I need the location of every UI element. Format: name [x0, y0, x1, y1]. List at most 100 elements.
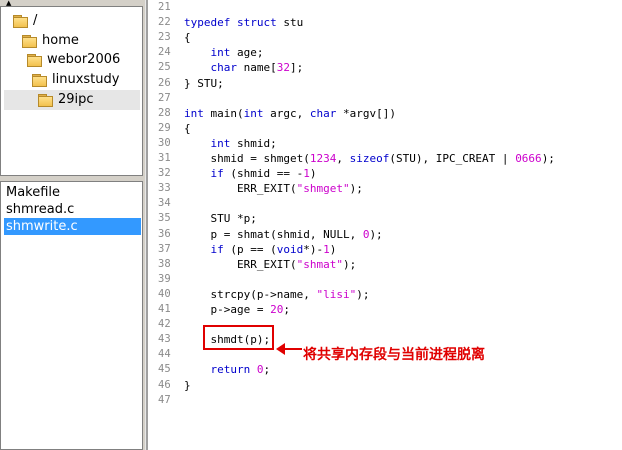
tree-item-29ipc[interactable]: 29ipc — [4, 90, 140, 110]
tree-item-webor2006[interactable]: webor2006 — [27, 50, 138, 70]
line-number: 30 — [158, 136, 171, 149]
code-number: 1 — [303, 167, 310, 181]
code-text: } STU; — [184, 76, 224, 90]
tree-item-label: / — [33, 13, 38, 28]
code-text: ); — [541, 152, 555, 165]
code-text: ); — [342, 257, 357, 271]
code-line: ERR_EXIT("shmat"); — [184, 258, 356, 271]
line-number: 33 — [158, 182, 171, 195]
code-line: int age; — [184, 46, 264, 59]
annotation-arrow-icon — [276, 343, 302, 355]
code-line: p->age = 20; — [184, 303, 290, 316]
code-text: stu — [276, 16, 304, 30]
tree-item-label: home — [42, 33, 79, 48]
line-number: 34 — [158, 197, 171, 210]
code-text: } — [184, 378, 191, 392]
tree-item-home[interactable]: home — [22, 31, 138, 51]
line-number: 25 — [158, 61, 171, 74]
line-number: 29 — [158, 121, 171, 134]
line-number: 26 — [158, 76, 171, 89]
code-text: ; — [283, 303, 290, 316]
code-text: ]; — [290, 61, 304, 75]
code-text: (STU), IPC_CREAT | — [389, 152, 516, 165]
code-text: main( — [203, 106, 244, 120]
code-keyword: char — [309, 106, 337, 120]
line-number: 43 — [158, 333, 171, 346]
code-keyword: typedef struct — [184, 16, 277, 30]
line-number: 38 — [158, 257, 171, 270]
code-number: 1 — [323, 242, 330, 256]
code-line: strcpy(p->name, "lisi"); — [184, 288, 369, 301]
code-line: if (p == (void*)-1) — [184, 242, 337, 256]
code-text: age; — [230, 46, 264, 60]
code-keyword: sizeof — [349, 152, 390, 165]
code-keyword: if — [210, 242, 224, 256]
line-number: 37 — [158, 242, 171, 255]
tree-item-label: 29ipc — [58, 92, 94, 107]
code-line: p = shmat(shmid, NULL, 0); — [184, 227, 382, 241]
code-line: shmid = shmget(1234, sizeof(STU), IPC_CR… — [184, 152, 555, 165]
left-panel: ▲ / home webor2006 linuxstudy 29ipc Make… — [0, 0, 145, 450]
code-keyword: if — [210, 167, 224, 181]
code-text: ; — [263, 363, 271, 377]
code-keyword: char — [210, 61, 238, 75]
line-number: 35 — [158, 212, 171, 225]
code-number: 1234 — [309, 152, 337, 165]
line-number: 24 — [158, 46, 171, 59]
line-number: 32 — [158, 167, 171, 180]
code-line: char name[32]; — [184, 61, 304, 75]
code-text: ); — [356, 287, 370, 301]
code-string: "lisi" — [316, 287, 357, 301]
folder-icon — [13, 15, 28, 28]
code-string: "shmat" — [296, 257, 343, 271]
code-text: *)- — [303, 242, 324, 256]
code-text: (p == ( — [223, 242, 277, 256]
line-number: 46 — [158, 378, 171, 391]
code-editor[interactable]: 21 22 23 24 25 26 27 28 29 30 31 32 33 34 35 36 37 38 39 40… — [148, 0, 622, 450]
code-text: ); — [349, 182, 363, 196]
code-line: int shmid; — [184, 137, 277, 150]
line-number: 41 — [158, 303, 171, 315]
line-number: 22 — [158, 16, 171, 29]
code-line: ERR_EXIT("shmget"); — [184, 182, 363, 195]
code-line: } — [184, 379, 191, 392]
line-number: 40 — [158, 287, 171, 300]
code-text: p = shmat(shmid, NULL, — [184, 227, 363, 241]
file-item-shmwrite[interactable]: shmwrite.c — [4, 218, 141, 235]
line-number: 45 — [158, 363, 171, 376]
tree-item-linuxstudy[interactable]: linuxstudy — [32, 70, 138, 90]
tree-item-label: webor2006 — [47, 52, 121, 67]
code-text: *argv[]) — [336, 106, 396, 120]
directory-tree: / home webor2006 linuxstudy 29ipc — [0, 6, 143, 176]
folder-icon — [38, 94, 53, 107]
code-keyword: int — [210, 46, 231, 60]
line-number: 36 — [158, 227, 171, 240]
line-number: 23 — [158, 31, 171, 44]
code-number: 20 — [270, 303, 284, 316]
code-text: STU *p; — [184, 212, 257, 226]
code-text: shmid; — [230, 136, 277, 150]
line-number: 42 — [158, 318, 171, 331]
code-line: return 0; — [184, 363, 271, 377]
annotation-highlight-box — [203, 325, 274, 350]
code-text: ERR_EXIT( — [184, 182, 297, 196]
code-text: ) — [309, 167, 317, 181]
tree-item-root[interactable]: / — [13, 11, 138, 31]
code-keyword: int — [210, 136, 231, 150]
file-item-shmread[interactable]: shmread.c — [4, 201, 141, 218]
code-text: { — [184, 31, 191, 45]
code-line: typedef struct stu — [184, 16, 303, 29]
annotation-text: 将共享内存段与当前进程脱离 — [303, 347, 485, 363]
code-number: 0 — [256, 363, 264, 377]
line-number: 47 — [158, 393, 171, 406]
folder-icon — [22, 35, 37, 48]
code-string: "shmget" — [296, 182, 350, 196]
folder-icon — [27, 54, 42, 67]
code-text: argc, — [263, 106, 310, 120]
file-item-makefile[interactable]: Makefile — [4, 184, 141, 201]
